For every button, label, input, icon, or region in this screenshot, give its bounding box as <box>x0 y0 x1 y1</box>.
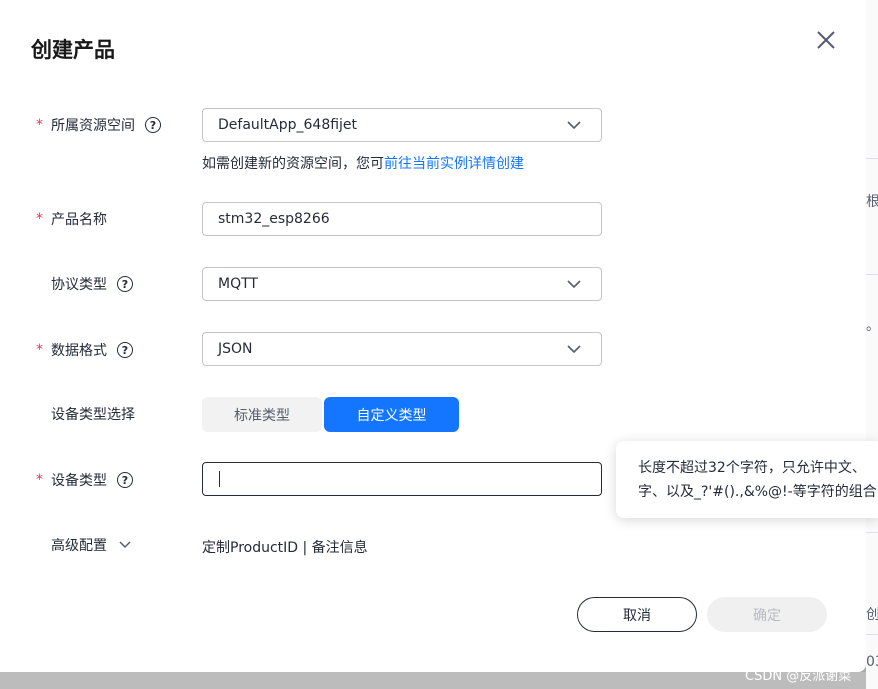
background-text: 创建 <box>866 607 878 623</box>
data-format-label: * 数据格式 ? <box>36 340 133 360</box>
confirm-button[interactable]: 确定 <box>707 597 827 632</box>
standard-type-option[interactable]: 标准类型 <box>202 397 322 432</box>
help-icon[interactable]: ? <box>117 472 133 488</box>
device-type-input[interactable] <box>202 462 602 496</box>
protocol-type-select[interactable]: MQTT <box>202 267 602 301</box>
data-format-value: JSON <box>218 341 253 357</box>
custom-type-option[interactable]: 自定义类型 <box>324 397 459 432</box>
advanced-config-label: 高级配置 <box>51 538 107 554</box>
product-name-label: * 产品名称 <box>36 209 107 229</box>
resource-space-value: DefaultApp_648fijet <box>218 117 358 133</box>
resource-space-select[interactable]: DefaultApp_648fijet <box>202 108 602 142</box>
required-marker: * <box>36 472 43 488</box>
device-type-label: * 设备类型 ? <box>36 470 133 490</box>
protocol-type-label-text: 协议类型 <box>51 277 107 293</box>
advanced-config-summary: 定制ProductID | 备注信息 <box>202 540 368 556</box>
required-marker: * <box>36 117 43 133</box>
instance-details-link[interactable]: 前往当前实例详情创建 <box>384 156 524 172</box>
required-marker: * <box>36 342 43 358</box>
close-icon <box>817 31 835 49</box>
data-format-select[interactable]: JSON <box>202 332 602 366</box>
chevron-down-icon <box>567 280 581 289</box>
device-type-label-text: 设备类型 <box>51 473 107 489</box>
resource-space-label-text: 所属资源空间 <box>51 118 135 134</box>
overlay-strip <box>0 672 866 689</box>
hint-text: 如需创建新的资源空间，您可 <box>202 156 384 172</box>
chevron-down-icon <box>119 541 131 549</box>
resource-space-label: * 所属资源空间 ? <box>36 115 161 135</box>
background-divider <box>866 532 878 533</box>
background-text: 。 <box>866 315 878 335</box>
data-format-label-text: 数据格式 <box>51 343 107 359</box>
protocol-type-value: MQTT <box>218 276 258 292</box>
chevron-down-icon <box>567 121 581 130</box>
tooltip-line: 长度不超过32个字符，只允许中文、 <box>638 460 866 476</box>
background-divider <box>866 158 878 159</box>
create-product-dialog: 创建产品 * 所属资源空间 ? DefaultApp_648fijet 如需创建… <box>0 0 866 672</box>
background-page <box>866 0 878 689</box>
device-type-select-label: 设备类型选择 <box>36 404 135 424</box>
text-caret <box>219 471 220 487</box>
product-name-label-text: 产品名称 <box>51 212 107 228</box>
protocol-type-label: 协议类型 ? <box>36 274 133 294</box>
tooltip-line: 字、以及_?'#().,&%@!-等字符的组合 <box>638 484 877 500</box>
background-divider <box>866 274 878 275</box>
advanced-config-toggle[interactable]: 高级配置 <box>36 535 131 555</box>
cancel-button[interactable]: 取消 <box>577 597 697 632</box>
help-icon[interactable]: ? <box>117 276 133 292</box>
help-icon[interactable]: ? <box>145 117 161 133</box>
background-text: 根 <box>866 194 878 210</box>
device-type-select-label-text: 设备类型选择 <box>51 407 135 423</box>
validation-tooltip: 长度不超过32个字符，只允许中文、 字、以及_?'#().,&%@!-等字符的组… <box>616 441 878 518</box>
background-text: 03 <box>866 654 878 670</box>
chevron-down-icon <box>567 345 581 354</box>
watermark: CSDN @反派谢菜 <box>745 669 852 684</box>
background-divider <box>866 634 878 635</box>
product-name-value: stm32_esp8266 <box>218 211 330 227</box>
help-icon[interactable]: ? <box>117 342 133 358</box>
required-marker: * <box>36 211 43 227</box>
dialog-title: 创建产品 <box>31 38 115 62</box>
product-name-input[interactable]: stm32_esp8266 <box>202 202 602 236</box>
resource-space-hint: 如需创建新的资源空间，您可前往当前实例详情创建 <box>202 153 524 173</box>
close-button[interactable] <box>812 26 840 54</box>
